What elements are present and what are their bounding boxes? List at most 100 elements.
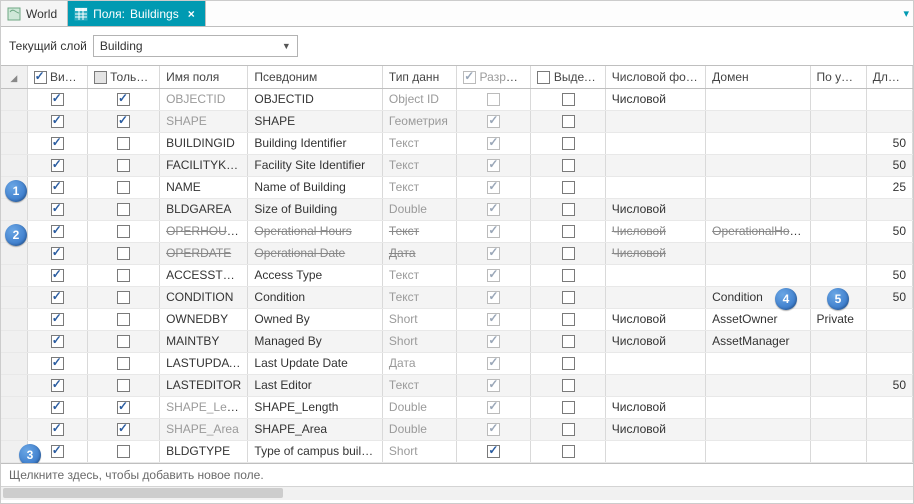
visible-checkbox[interactable] — [51, 247, 64, 260]
cell-alias[interactable]: Condition — [248, 286, 383, 308]
cell-numfmt[interactable]: Числовой — [605, 220, 705, 242]
visible-checkbox[interactable] — [51, 445, 64, 458]
cell-default[interactable]: Private — [810, 308, 866, 330]
cell-numfmt[interactable]: Числовой — [605, 242, 705, 264]
cell-fieldname[interactable]: LASTEDITOR — [160, 374, 248, 396]
cell-datatype[interactable]: Текст — [382, 264, 456, 286]
visible-checkbox[interactable] — [51, 203, 64, 216]
readonly-checkbox[interactable] — [117, 357, 130, 370]
cell-domain[interactable] — [706, 440, 810, 462]
row-header[interactable] — [1, 418, 27, 440]
cell-numfmt[interactable]: Числовой — [605, 88, 705, 110]
cell-default[interactable] — [810, 374, 866, 396]
visible-checkbox[interactable] — [51, 313, 64, 326]
cell-length[interactable]: 50 — [866, 374, 912, 396]
add-new-field-row[interactable]: Щелкните здесь, чтобы добавить новое пол… — [1, 463, 913, 486]
highlight-checkbox[interactable] — [562, 291, 575, 304]
cell-length[interactable]: 50 — [866, 132, 912, 154]
row-header[interactable] — [1, 176, 27, 198]
cell-length[interactable] — [866, 88, 912, 110]
readonly-checkbox[interactable] — [117, 93, 130, 106]
highlight-checkbox[interactable] — [562, 269, 575, 282]
cell-default[interactable] — [810, 242, 866, 264]
cell-datatype[interactable]: Дата — [382, 242, 456, 264]
header-readonly-checkbox[interactable] — [94, 71, 107, 84]
cell-domain[interactable] — [706, 396, 810, 418]
row-header[interactable] — [1, 440, 27, 462]
allow-checkbox[interactable] — [487, 445, 500, 458]
readonly-checkbox[interactable] — [117, 401, 130, 414]
cell-numfmt[interactable]: Числовой — [605, 396, 705, 418]
cell-datatype[interactable]: Short — [382, 330, 456, 352]
cell-domain[interactable] — [706, 352, 810, 374]
highlight-checkbox[interactable] — [562, 93, 575, 106]
row-header[interactable] — [1, 242, 27, 264]
table-row[interactable]: BUILDINGIDBuilding IdentifierТекст50 — [1, 132, 913, 154]
row-header[interactable] — [1, 374, 27, 396]
current-layer-combo[interactable]: Building ▼ — [93, 35, 298, 57]
cell-alias[interactable]: Last Update Date — [248, 352, 383, 374]
table-row[interactable]: MAINTBYManaged ByShortЧисловойAssetManag… — [1, 330, 913, 352]
cell-datatype[interactable]: Текст — [382, 154, 456, 176]
cell-datatype[interactable]: Текст — [382, 286, 456, 308]
highlight-checkbox[interactable] — [562, 313, 575, 326]
cell-domain[interactable] — [706, 374, 810, 396]
table-row[interactable]: OWNEDBYOwned ByShortЧисловойAssetOwnerPr… — [1, 308, 913, 330]
row-header[interactable] — [1, 286, 27, 308]
cell-domain[interactable] — [706, 176, 810, 198]
cell-domain[interactable] — [706, 242, 810, 264]
cell-datatype[interactable]: Double — [382, 418, 456, 440]
row-header[interactable] — [1, 132, 27, 154]
cell-numfmt[interactable]: Числовой — [605, 308, 705, 330]
cell-default[interactable] — [810, 286, 866, 308]
readonly-checkbox[interactable] — [117, 181, 130, 194]
readonly-checkbox[interactable] — [117, 159, 130, 172]
visible-checkbox[interactable] — [51, 269, 64, 282]
cell-default[interactable] — [810, 330, 866, 352]
cell-alias[interactable]: SHAPE_Length — [248, 396, 383, 418]
col-alias[interactable]: Псевдоним — [248, 66, 383, 88]
col-length[interactable]: Длина — [866, 66, 912, 88]
col-readonly[interactable]: Только чт — [87, 66, 159, 88]
cell-domain[interactable] — [706, 198, 810, 220]
cell-length[interactable] — [866, 242, 912, 264]
table-row[interactable]: LASTEDITORLast EditorТекст50 — [1, 374, 913, 396]
table-row[interactable]: ACCESSTYPEAccess TypeТекст50 — [1, 264, 913, 286]
cell-numfmt[interactable] — [605, 374, 705, 396]
readonly-checkbox[interactable] — [117, 115, 130, 128]
cell-alias[interactable]: Last Editor — [248, 374, 383, 396]
cell-fieldname[interactable]: SHAPE_Area — [160, 418, 248, 440]
visible-checkbox[interactable] — [51, 357, 64, 370]
readonly-checkbox[interactable] — [117, 379, 130, 392]
cell-datatype[interactable]: Object ID — [382, 88, 456, 110]
cell-length[interactable] — [866, 440, 912, 462]
cell-fieldname[interactable]: BUILDINGID — [160, 132, 248, 154]
readonly-checkbox[interactable] — [117, 137, 130, 150]
row-header[interactable] — [1, 308, 27, 330]
cell-alias[interactable]: Type of campus building — [248, 440, 383, 462]
highlight-checkbox[interactable] — [562, 247, 575, 260]
row-header[interactable] — [1, 198, 27, 220]
visible-checkbox[interactable] — [51, 423, 64, 436]
visible-checkbox[interactable] — [51, 93, 64, 106]
cell-numfmt[interactable] — [605, 440, 705, 462]
visible-checkbox[interactable] — [51, 379, 64, 392]
header-highlight-checkbox[interactable] — [537, 71, 550, 84]
cell-fieldname[interactable]: OPERHOURS — [160, 220, 248, 242]
scrollbar-thumb[interactable] — [3, 488, 283, 498]
cell-domain[interactable] — [706, 264, 810, 286]
cell-alias[interactable]: Operational Hours — [248, 220, 383, 242]
highlight-checkbox[interactable] — [562, 159, 575, 172]
select-all-corner[interactable]: ◢ — [1, 66, 27, 88]
readonly-checkbox[interactable] — [117, 269, 130, 282]
cell-length[interactable] — [866, 110, 912, 132]
table-row[interactable]: BLDGTYPEType of campus buildingShort — [1, 440, 913, 462]
tab-world[interactable]: World — [1, 1, 68, 26]
cell-alias[interactable]: Operational Date — [248, 242, 383, 264]
cell-length[interactable] — [866, 418, 912, 440]
cell-fieldname[interactable]: MAINTBY — [160, 330, 248, 352]
table-row[interactable]: LASTUPDATELast Update DateДата — [1, 352, 913, 374]
cell-numfmt[interactable] — [605, 286, 705, 308]
cell-datatype[interactable]: Short — [382, 308, 456, 330]
cell-default[interactable] — [810, 440, 866, 462]
